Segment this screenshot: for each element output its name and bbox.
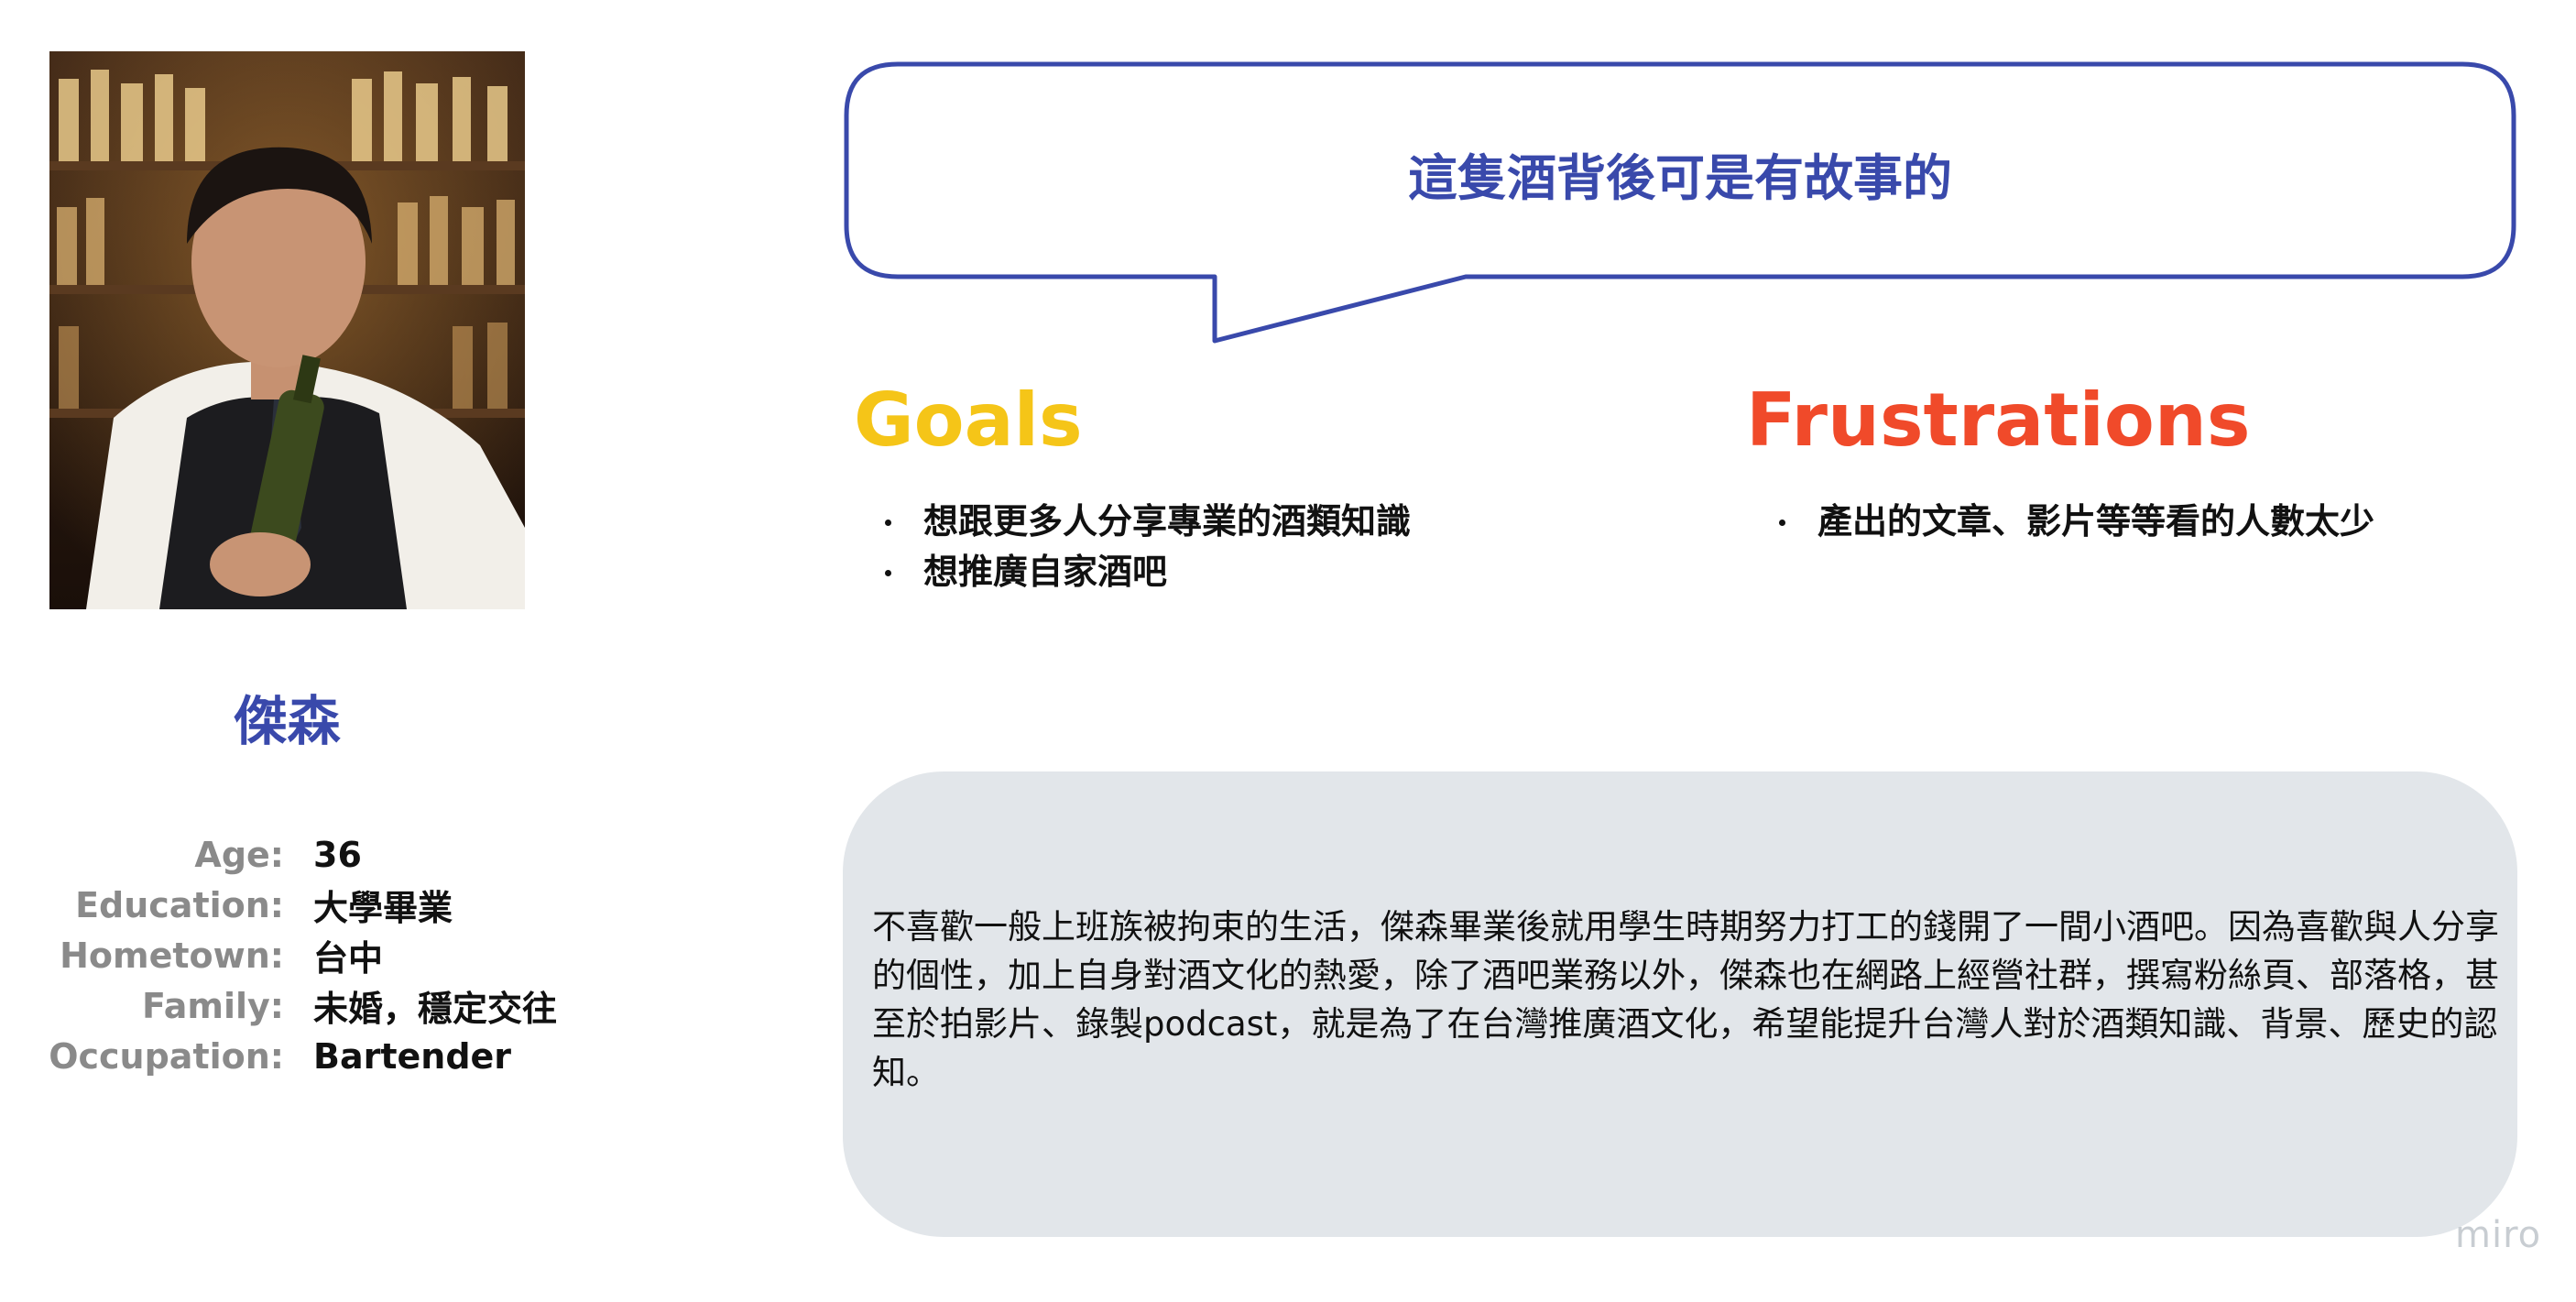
bartender-photo-icon	[49, 51, 525, 609]
goals-list: 想跟更多人分享專業的酒類知識 想推廣自家酒吧	[881, 497, 1411, 597]
profile-facts: Age: 36 Education: 大學畢業 Hometown: 台中 Fam…	[37, 829, 557, 1081]
fact-row-hometown: Hometown: 台中	[37, 930, 557, 980]
fact-label: Hometown:	[60, 935, 284, 976]
frustrations-title: Frustrations	[1746, 377, 2251, 463]
fact-value: Bartender	[313, 1035, 512, 1077]
persona-photo	[49, 51, 525, 609]
fact-row-education: Education: 大學畢業	[37, 880, 557, 930]
fact-label: Family:	[142, 985, 284, 1026]
bio-text: 不喜歡一般上班族被拘束的生活，傑森畢業後就用學生時期努力打工的錢開了一間小酒吧。…	[872, 907, 2499, 1092]
fact-label: Occupation:	[49, 1035, 284, 1077]
fact-row-age: Age: 36	[37, 829, 557, 880]
persona-board: 傑森 Age: 36 Education: 大學畢業 Hometown: 台中 …	[0, 0, 2576, 1302]
fact-row-occupation: Occupation: Bartender	[37, 1031, 557, 1081]
fact-value: 未婚，穩定交往	[313, 989, 558, 1029]
quote-bubble: 這隻酒背後可是有故事的	[843, 60, 2517, 345]
fact-row-family: Family: 未婚，穩定交往	[37, 980, 557, 1031]
quote-text: 這隻酒背後可是有故事的	[1408, 149, 1952, 207]
persona-name: 傑森	[234, 690, 341, 752]
fact-value: 台中	[313, 938, 384, 979]
fact-label: Age:	[194, 834, 284, 875]
frustration-item: 產出的文章、影片等等看的人數太少	[1775, 497, 2374, 547]
goal-item: 想跟更多人分享專業的酒類知識	[881, 497, 1411, 547]
fact-value: 36	[313, 834, 362, 875]
goals-title: Goals	[854, 377, 1083, 463]
miro-watermark: miro	[2455, 1214, 2542, 1256]
frustrations-list: 產出的文章、影片等等看的人數太少	[1775, 497, 2374, 547]
fact-label: Education:	[75, 884, 284, 925]
fact-value: 大學畢業	[313, 888, 453, 928]
goal-item: 想推廣自家酒吧	[881, 547, 1411, 597]
